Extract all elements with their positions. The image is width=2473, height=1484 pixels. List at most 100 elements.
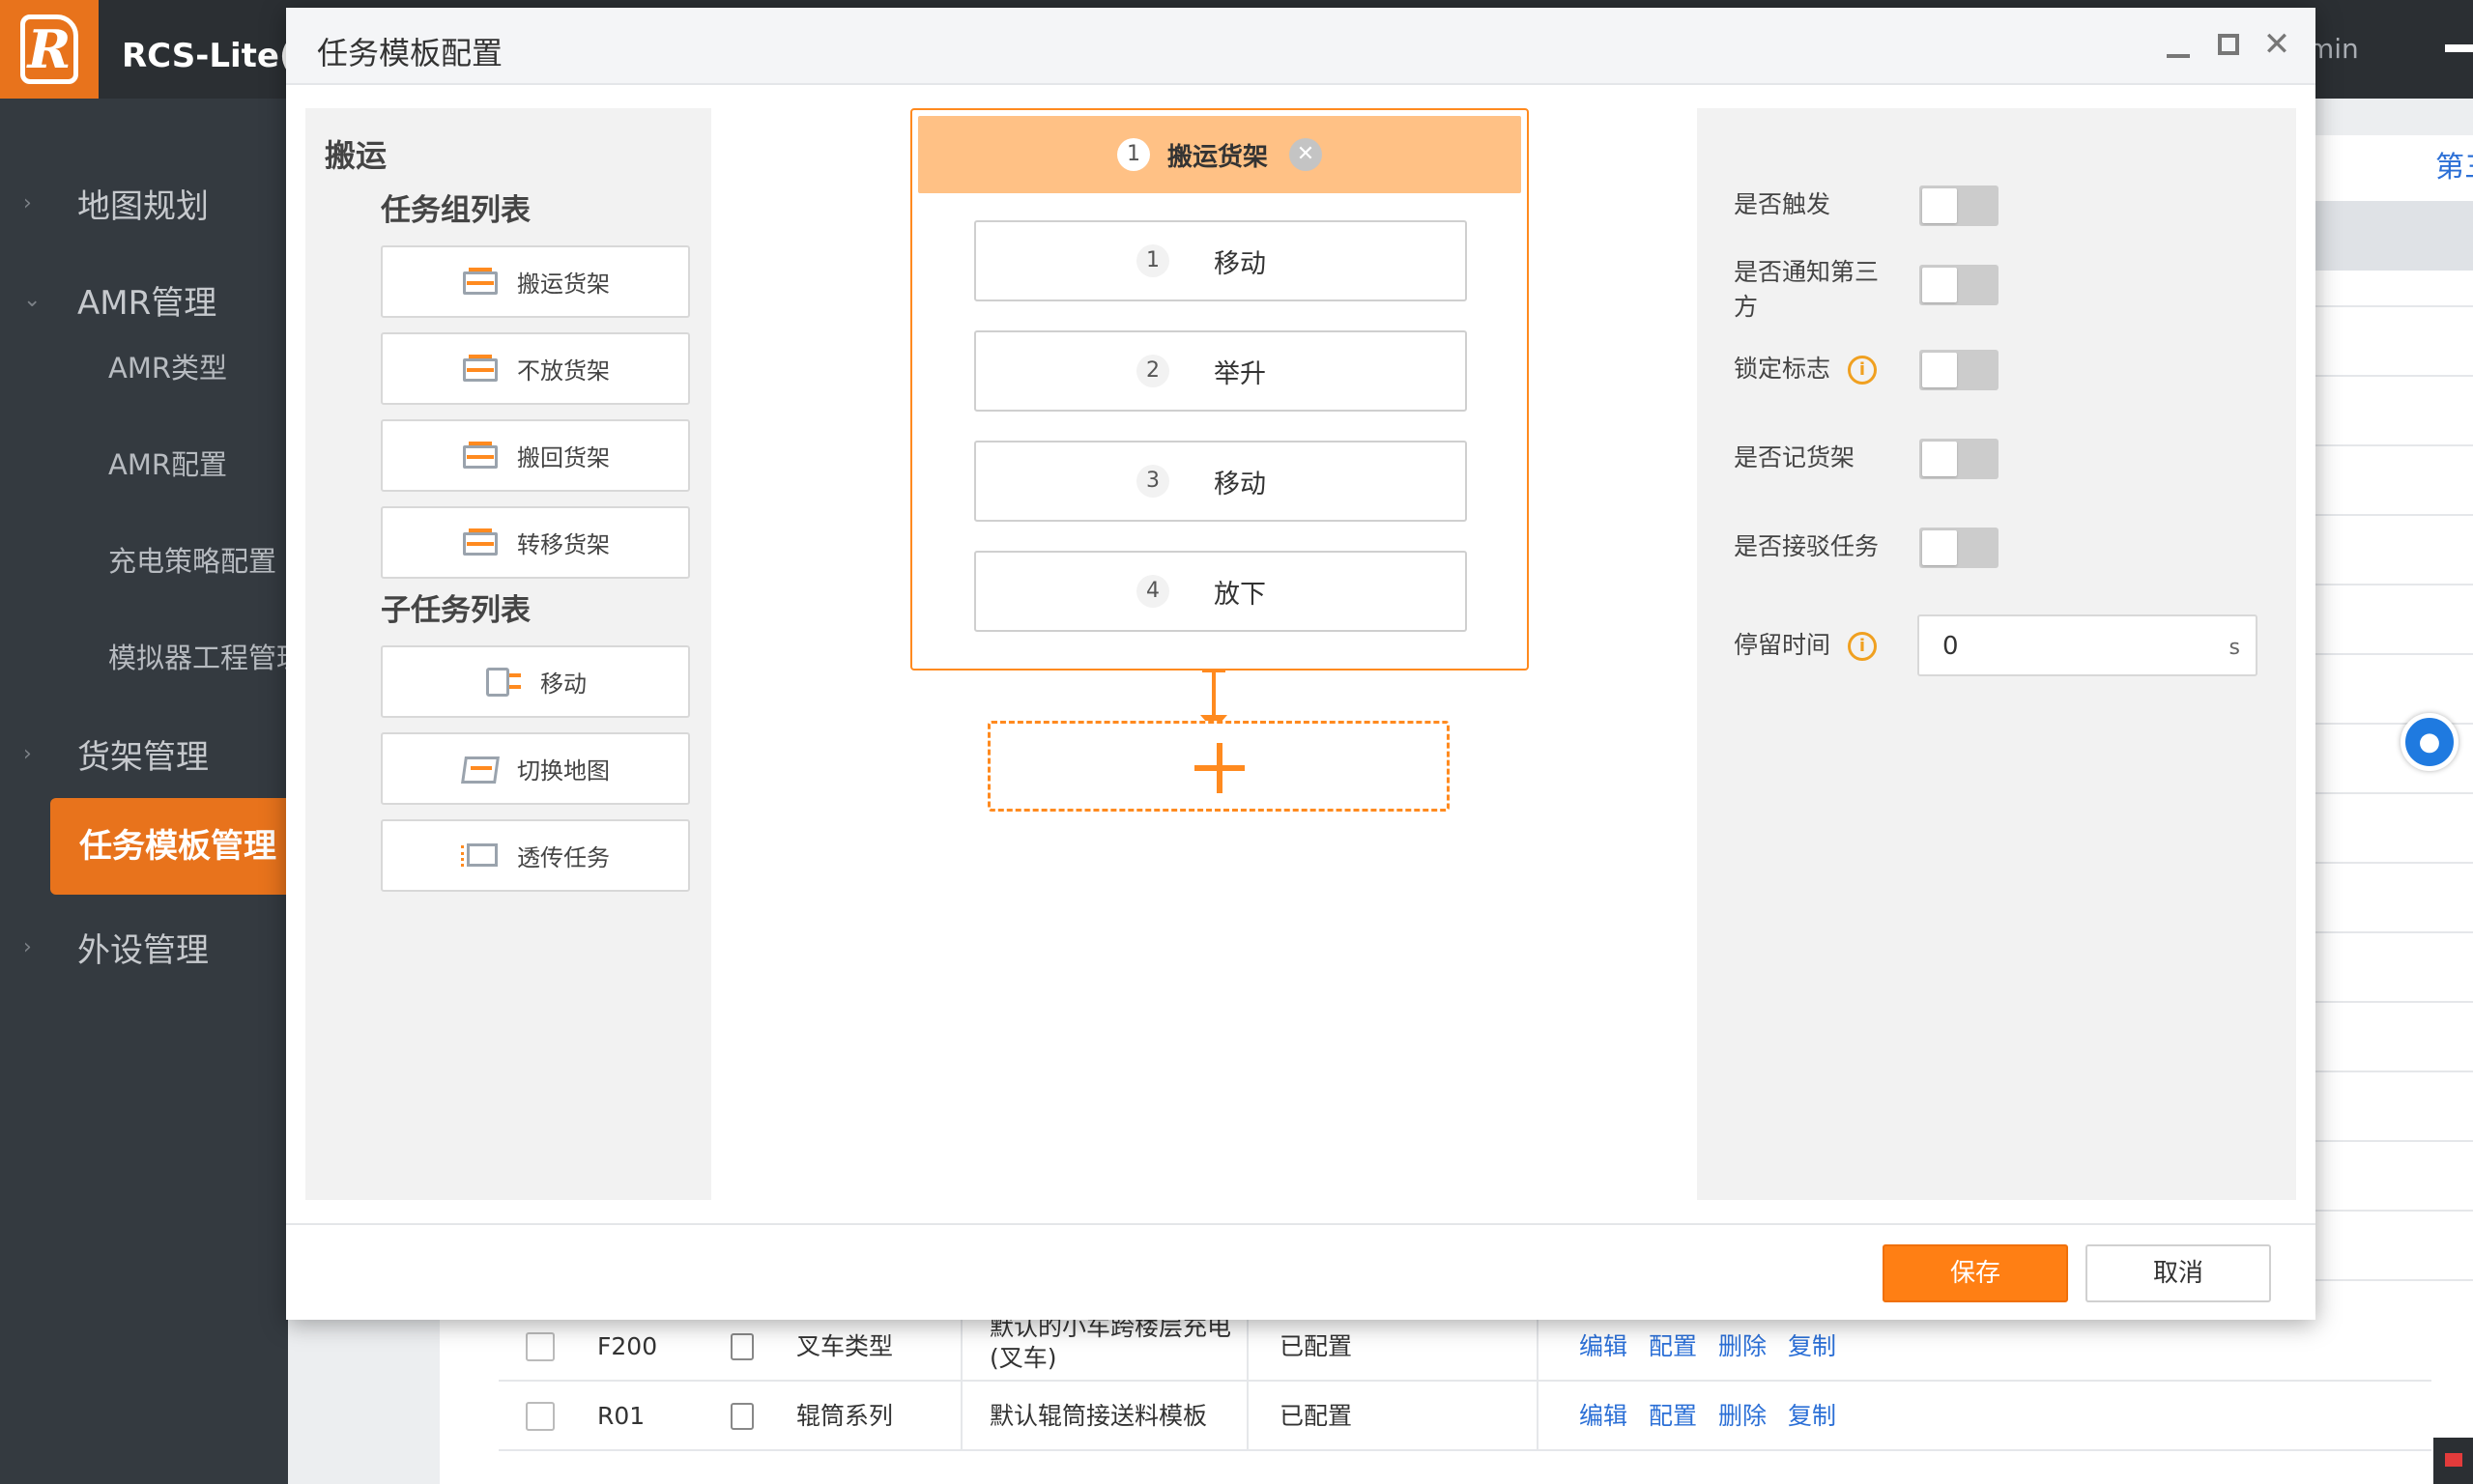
shelf-carry-icon <box>461 266 500 299</box>
delete-link[interactable]: 删除 <box>1718 1382 1767 1451</box>
flow-group-header[interactable]: 1 搬运货架 ✕ <box>918 116 1521 193</box>
palette-group-no-drop-shelf[interactable]: 不放货架 <box>381 332 690 405</box>
shelf-return-icon <box>461 440 500 472</box>
delete-link[interactable]: 删除 <box>1718 1312 1767 1382</box>
row-desc: 默认辊筒接送料模板 <box>990 1402 1208 1430</box>
maximize-icon <box>2218 34 2239 55</box>
sidebar-item-peripheral-management[interactable]: › 外设管理 <box>0 916 288 978</box>
cancel-button[interactable]: 取消 <box>2085 1244 2271 1302</box>
sidebar-item-shelf-management[interactable]: › 货架管理 <box>0 723 288 785</box>
flow-step[interactable]: 4 放下 <box>974 551 1467 632</box>
notify-third-toggle[interactable] <box>1919 265 1999 305</box>
group-number: 1 <box>1116 138 1150 171</box>
row-type: 辊筒系列 <box>796 1402 894 1430</box>
menu-bar-icon[interactable] <box>2445 44 2473 52</box>
chevron-right-icon: › <box>23 190 32 215</box>
info-icon[interactable]: i <box>1848 356 1877 385</box>
close-button[interactable]: ✕ <box>2257 25 2296 64</box>
dwell-time-value: 0 <box>1942 632 1959 661</box>
lock-flag-toggle[interactable] <box>1919 350 1999 390</box>
step-label: 举升 <box>1214 358 1266 389</box>
category-title: 搬运 <box>325 137 388 174</box>
record-shelf-toggle[interactable] <box>1919 439 1999 479</box>
sidebar-item-task-template-active[interactable]: 任务模板管理 <box>50 798 288 895</box>
properties-panel: 是否触发 是否通知第三方 锁定标志 i 是否记货架 是否接驳任务 停留时间 i … <box>1697 108 2296 1200</box>
row-code: F200 <box>597 1332 658 1360</box>
notify-third-label: 是否通知第三方 <box>1734 258 1880 321</box>
document-icon[interactable] <box>731 1333 754 1360</box>
step-number: 3 <box>1136 465 1169 498</box>
sidebar-item-label: AMR管理 <box>77 283 217 323</box>
task-palette: 搬运 任务组列表 搬运货架 不放货架 搬回货架 转移货架 子任务列表 移动 切换… <box>305 108 711 1200</box>
dwell-time-input[interactable]: 0 s <box>1917 614 2257 676</box>
edit-link[interactable]: 编辑 <box>1579 1312 1627 1382</box>
row-checkbox[interactable] <box>526 1332 555 1361</box>
task-template-modal: 任务模板配置 ✕ 搬运 任务组列表 搬运货架 不放货架 搬回货架 转移货架 子任… <box>286 8 2315 1320</box>
accept-task-label: 是否接驳任务 <box>1734 532 1880 560</box>
flow-group-label: 搬运货架 <box>1166 142 1268 172</box>
add-task-group-button[interactable] <box>988 721 1450 812</box>
connector-line <box>1212 671 1216 721</box>
lock-flag-label: 锁定标志 <box>1734 355 1831 383</box>
minimize-button[interactable] <box>2159 25 2198 64</box>
row-status: 已配置 <box>1280 1402 1353 1430</box>
copy-link[interactable]: 复制 <box>1788 1312 1836 1382</box>
palette-group-carry-shelf[interactable]: 搬运货架 <box>381 245 690 318</box>
sidebar-subitem-amr-config[interactable]: AMR配置 <box>108 442 227 483</box>
palette-item-label: 移动 <box>540 671 587 698</box>
copy-link[interactable]: 复制 <box>1788 1382 1836 1451</box>
shelf-transfer-icon <box>461 527 500 559</box>
trigger-label: 是否触发 <box>1734 190 1831 218</box>
config-link[interactable]: 配置 <box>1649 1312 1697 1382</box>
sidebar-subitem-charge-policy[interactable]: 充电策略配置 <box>108 539 276 580</box>
task-flow-group[interactable]: 1 搬运货架 ✕ 1 移动 2 举升 3 移动 4 放下 <box>910 108 1529 671</box>
close-icon: ✕ <box>2262 25 2291 64</box>
sidebar-subitem-simulator[interactable]: 模拟器工程管理 <box>108 636 304 676</box>
step-label: 放下 <box>1214 579 1266 610</box>
palette-subtask-passthrough[interactable]: 透传任务 <box>381 819 690 892</box>
edit-link[interactable]: 编辑 <box>1579 1382 1627 1451</box>
table-header <box>2315 201 2473 271</box>
palette-item-label: 切换地图 <box>517 757 610 785</box>
step-number: 1 <box>1136 244 1169 277</box>
maximize-button[interactable] <box>2209 25 2248 64</box>
background-tab[interactable]: 第三 <box>2435 143 2473 186</box>
step-label: 移动 <box>1214 469 1266 499</box>
flow-step[interactable]: 1 移动 <box>974 220 1467 301</box>
flow-step[interactable]: 3 移动 <box>974 441 1467 522</box>
palette-group-transfer-shelf[interactable]: 转移货架 <box>381 506 690 579</box>
config-link[interactable]: 配置 <box>1649 1382 1697 1451</box>
step-number: 4 <box>1136 575 1169 608</box>
sidebar-item-amr-management[interactable]: ⌄ AMR管理 <box>0 269 288 330</box>
palette-item-label: 不放货架 <box>517 357 610 385</box>
palette-item-label: 搬回货架 <box>517 444 610 471</box>
info-icon[interactable]: i <box>1848 632 1877 661</box>
sidebar-item-label: 地图规划 <box>77 186 209 226</box>
sidebar-item-label: 外设管理 <box>77 930 209 970</box>
palette-item-label: 转移货架 <box>517 531 610 558</box>
flow-step[interactable]: 2 举升 <box>974 330 1467 412</box>
tray-icon[interactable] <box>2433 1438 2473 1484</box>
remove-group-icon[interactable]: ✕ <box>1289 138 1322 171</box>
row-type: 叉车类型 <box>796 1332 894 1360</box>
map-switch-icon <box>461 753 500 785</box>
minimize-icon <box>2167 54 2190 58</box>
palette-subtask-move[interactable]: 移动 <box>381 645 690 718</box>
subtask-list-header: 子任务列表 <box>381 593 531 628</box>
palette-group-return-shelf[interactable]: 搬回货架 <box>381 419 690 492</box>
accept-task-toggle[interactable] <box>1919 528 1999 568</box>
save-button[interactable]: 保存 <box>1883 1244 2068 1302</box>
dwell-time-unit: s <box>2229 636 2240 660</box>
row-checkbox[interactable] <box>526 1402 555 1431</box>
row-status: 已配置 <box>1280 1332 1353 1360</box>
sidebar-subitem-amr-type[interactable]: AMR类型 <box>108 346 227 386</box>
sidebar-item-map-planning[interactable]: › 地图规划 <box>0 172 288 234</box>
palette-subtask-switch-map[interactable]: 切换地图 <box>381 732 690 805</box>
move-icon <box>484 666 523 699</box>
row-desc-line2: (叉车) <box>990 1344 1057 1372</box>
document-icon[interactable] <box>731 1403 754 1430</box>
floating-assistant-button[interactable]: ● <box>2401 713 2459 771</box>
chevron-right-icon: › <box>23 741 32 766</box>
dwell-time-label: 停留时间 <box>1734 631 1831 659</box>
trigger-toggle[interactable] <box>1919 186 1999 226</box>
